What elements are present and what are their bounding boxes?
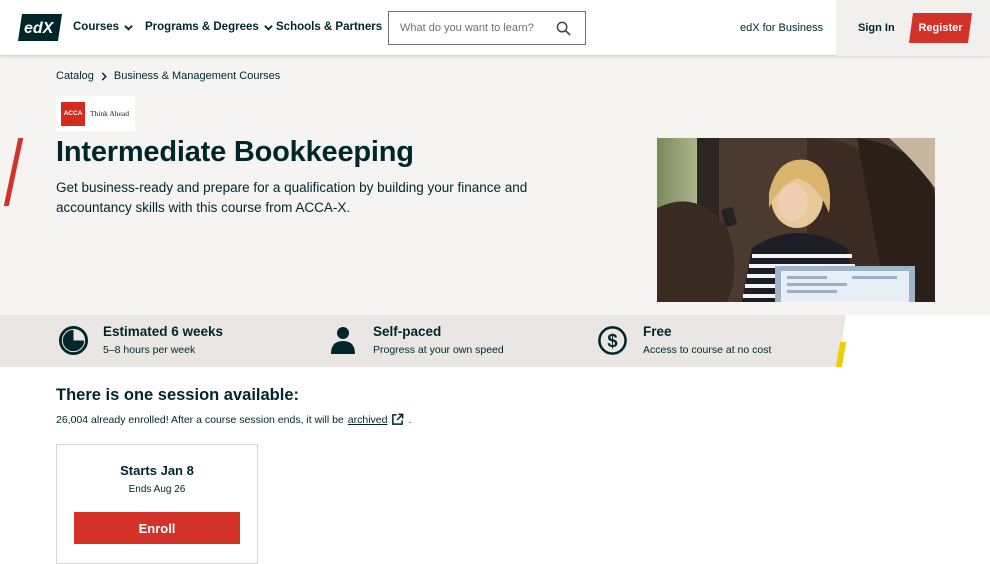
register-button[interactable]: Register <box>909 13 972 43</box>
nav-courses[interactable]: Courses <box>73 21 133 33</box>
nav-courses-label: Courses <box>73 21 120 33</box>
session-card: Starts Jan 8 Ends Aug 26 Enroll <box>56 444 258 564</box>
enroll-button[interactable]: Enroll <box>74 512 240 544</box>
stat-price-sub: Access to course at no cost <box>643 344 772 356</box>
sign-in-button[interactable]: Sign In <box>858 22 895 34</box>
course-description: Get business-ready and prepare for a qua… <box>56 180 528 215</box>
stat-pacing-sub: Progress at your own speed <box>373 344 504 356</box>
chevron-right-icon <box>101 71 107 81</box>
enrolled-count-text: 26,004 already enrolled! After a course … <box>56 413 344 426</box>
stat-pacing-title: Self-paced <box>373 324 442 339</box>
session-end-date: Ends Aug 26 <box>128 484 186 495</box>
chevron-down-icon <box>124 24 133 31</box>
enrolled-period: . <box>408 413 412 426</box>
partner-logo[interactable]: ACCA Think Ahead <box>56 96 135 131</box>
person-icon <box>331 327 355 354</box>
course-title: Intermediate Bookkeeping <box>56 136 414 168</box>
svg-text:edX: edX <box>24 20 55 37</box>
breadcrumb: Catalog Business & Management Courses <box>56 70 280 82</box>
dollar-icon: $ <box>598 326 627 355</box>
clock-icon <box>58 325 89 356</box>
stat-duration-sub: 5–8 hours per week <box>103 344 196 356</box>
site-header: edX Courses Programs & Degrees Schools &… <box>0 0 990 56</box>
nav-schools-partners[interactable]: Schools & Partners <box>276 21 382 33</box>
session-start-date: Starts Jan 8 <box>120 463 194 478</box>
search-box <box>388 11 586 45</box>
breadcrumb-category[interactable]: Business & Management Courses <box>114 70 280 82</box>
edx-logo[interactable]: edX <box>18 14 62 41</box>
sessions-heading: There is one session available: <box>56 386 300 404</box>
breadcrumb-catalog[interactable]: Catalog <box>56 70 94 82</box>
chevron-down-icon <box>264 24 273 31</box>
hero-corner <box>842 315 990 342</box>
external-link-icon[interactable] <box>391 413 404 426</box>
acca-logo-mark: ACCA <box>61 101 85 126</box>
nav-schools-label: Schools & Partners <box>276 21 383 33</box>
course-image <box>657 138 935 302</box>
edx-for-business-link[interactable]: edX for Business <box>740 22 823 34</box>
course-photo <box>657 138 935 302</box>
svg-text:$: $ <box>607 330 617 351</box>
stat-price-title: Free <box>643 324 672 339</box>
enrollment-info: 26,004 already enrolled! After a course … <box>56 413 411 426</box>
stat-duration-title: Estimated 6 weeks <box>103 324 224 339</box>
search-input[interactable] <box>389 13 549 43</box>
acca-tagline: Think Ahead <box>90 109 129 118</box>
nav-programs-degrees[interactable]: Programs & Degrees <box>145 21 273 33</box>
search-icon[interactable] <box>556 21 571 36</box>
nav-programs-label: Programs & Degrees <box>145 21 259 33</box>
archived-link[interactable]: archived <box>348 414 388 426</box>
